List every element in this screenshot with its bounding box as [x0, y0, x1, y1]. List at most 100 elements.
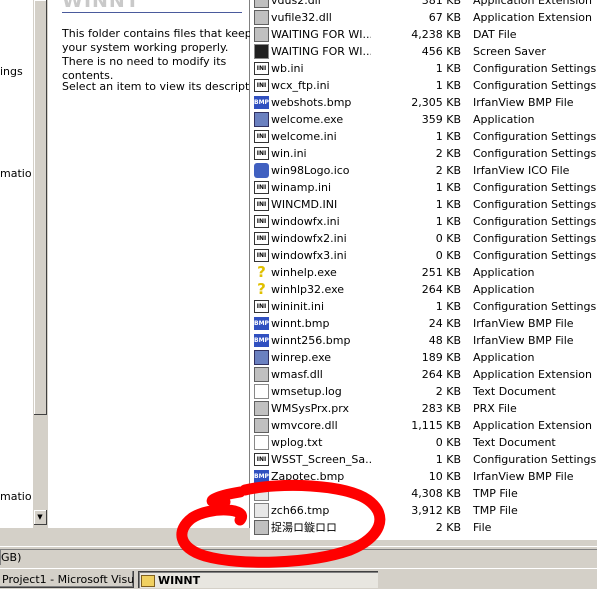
folder-tree-pane[interactable]: ings matio matio — [0, 0, 33, 528]
file-row[interactable]: INI windowfx2.ini 0 KB Configuration Settin… — [250, 230, 597, 247]
selection-hint: Select an item to view its description. — [62, 80, 270, 93]
file-type: IrfanView ICO File — [473, 164, 570, 177]
folder-icon — [141, 575, 155, 587]
file-list[interactable]: vdus2.dll 381 KB Application Extension vufi… — [250, 0, 597, 540]
file-name: wininit.ini — [271, 300, 325, 313]
file-name: zch66.tmp — [271, 504, 330, 517]
file-row[interactable]: INI WSST_Screen_Sa... 1 KB Configuration Se… — [250, 451, 597, 468]
file-row[interactable]: ? winhlp32.exe 264 KB Application — [250, 281, 597, 298]
text-icon — [254, 435, 269, 450]
file-row[interactable]: 捉湯ロ鏇ロロ 2 KB File — [250, 519, 597, 536]
file-row[interactable]: INI windowfx.ini 1 KB Configuration Setting… — [250, 213, 597, 230]
file-row[interactable]: INI wb.ini 1 KB Configuration Settings — [250, 60, 597, 77]
file-size: 2 KB — [435, 521, 461, 534]
file-name: WSST_Screen_Sa... — [271, 453, 371, 466]
file-type: Configuration Settings — [473, 232, 597, 245]
scrollbar-thumb[interactable] — [34, 0, 47, 415]
file-name: WAITING FOR WI... — [271, 28, 371, 41]
ico-file-icon — [254, 163, 269, 178]
file-name: winamp.ini — [271, 181, 332, 194]
file-type: Configuration Settings — [473, 130, 597, 143]
file-type: Configuration Settings — [473, 181, 597, 194]
file-row[interactable]: wplog.txt 0 KB Text Document — [250, 434, 597, 451]
file-name: welcome.ini — [271, 130, 337, 143]
file-type: Application Extension — [473, 368, 592, 381]
folder-title: WINNT — [62, 0, 140, 12]
ini-icon: INI — [254, 198, 269, 211]
file-name: windowfx2.ini — [271, 232, 347, 245]
file-size: 1 KB — [435, 453, 461, 466]
file-size: 2 KB — [435, 385, 461, 398]
file-size: 0 KB — [435, 249, 461, 262]
help-icon: ? — [257, 263, 266, 281]
file-size: 1 KB — [435, 198, 461, 211]
file-type: Application Extension — [473, 0, 592, 7]
folder-description: This folder contains files that keep you… — [62, 27, 252, 82]
file-size: 24 KB — [428, 317, 461, 330]
ini-icon: INI — [254, 130, 269, 143]
dll-icon — [254, 27, 269, 42]
file-row[interactable]: INI windowfx3.ini 0 KB Configuration Settin… — [250, 247, 597, 264]
file-row[interactable]: INI WINCMD.INI 1 KB Configuration Settings — [250, 196, 597, 213]
file-row[interactable]: wmsetup.log 2 KB Text Document — [250, 383, 597, 400]
file-row[interactable]: wmvcore.dll 1,115 KB Application Extension — [250, 417, 597, 434]
tree-scrollbar[interactable]: ▼ — [32, 0, 47, 528]
file-type: Configuration Settings — [473, 198, 597, 211]
file-size: 189 KB — [421, 351, 461, 364]
status-bar: GB) — [0, 546, 597, 567]
file-row[interactable]: WAITING FOR WI... 456 KB Screen Saver — [250, 43, 597, 60]
file-row[interactable]: INI wininit.ini 1 KB Configuration Settings — [250, 298, 597, 315]
taskbar-button-winnt[interactable]: WINNT — [138, 571, 378, 588]
ini-icon: INI — [254, 232, 269, 245]
file-row[interactable]: wmasf.dll 264 KB Application Extension — [250, 366, 597, 383]
tree-label: ings — [0, 65, 23, 78]
file-row[interactable]: zch66.tmp 3,912 KB TMP File — [250, 502, 597, 519]
file-size: 2,305 KB — [411, 96, 461, 109]
file-row[interactable]: WMSysPrx.prx 283 KB PRX File — [250, 400, 597, 417]
file-row[interactable]: WAITING FOR WI... 4,238 KB DAT File — [250, 26, 597, 43]
file-type: Application — [473, 283, 535, 296]
scroll-down-arrow-icon[interactable]: ▼ — [34, 510, 47, 525]
file-row[interactable]: INI welcome.ini 1 KB Configuration Settings — [250, 128, 597, 145]
file-name: windowfx.ini — [271, 215, 340, 228]
file-row[interactable]: BMP Zapotec.bmp 10 KB IrfanView BMP File — [250, 468, 597, 485]
file-row[interactable]: vdus2.dll 381 KB Application Extension — [250, 0, 597, 9]
file-size: 0 KB — [435, 436, 461, 449]
file-type: Application — [473, 266, 535, 279]
file-row[interactable]: BMP webshots.bmp 2,305 KB IrfanView BMP Fil… — [250, 94, 597, 111]
file-row[interactable]: 4,308 KB TMP File — [250, 485, 597, 502]
file-row[interactable]: INI winamp.ini 1 KB Configuration Settings — [250, 179, 597, 196]
ini-icon: INI — [254, 215, 269, 228]
dll-icon — [254, 418, 269, 433]
file-row[interactable]: INI win.ini 2 KB Configuration Settings — [250, 145, 597, 162]
file-row[interactable]: welcome.exe 359 KB Application — [250, 111, 597, 128]
file-row[interactable]: INI wcx_ftp.ini 1 KB Configuration Settings — [250, 77, 597, 94]
file-row[interactable]: winrep.exe 189 KB Application — [250, 349, 597, 366]
file-size: 283 KB — [421, 402, 461, 415]
exe-icon — [254, 350, 269, 365]
text-icon — [254, 384, 269, 399]
file-name: vufile32.dll — [271, 11, 332, 24]
file-size: 251 KB — [421, 266, 461, 279]
file-name: wb.ini — [271, 62, 304, 75]
file-type: TMP File — [473, 487, 518, 500]
screen-saver-icon — [254, 44, 269, 59]
file-row[interactable]: vufile32.dll 67 KB Application Extension — [250, 9, 597, 26]
bmp-icon: BMP — [254, 334, 269, 347]
file-size: 4,308 KB — [411, 487, 461, 500]
file-size: 2 KB — [435, 147, 461, 160]
file-row[interactable]: win98Logo.ico 2 KB IrfanView ICO File — [250, 162, 597, 179]
file-name: WMSysPrx.prx — [271, 402, 349, 415]
file-name: win98Logo.ico — [271, 164, 350, 177]
file-type: DAT File — [473, 28, 517, 41]
file-type: Application — [473, 351, 535, 364]
file-name: welcome.exe — [271, 113, 344, 126]
taskbar-button-visual-basic[interactable]: Project1 - Microsoft Visual... — [0, 571, 134, 588]
file-row[interactable]: BMP winnt256.bmp 48 KB IrfanView BMP File — [250, 332, 597, 349]
file-row[interactable]: ? winhelp.exe 251 KB Application — [250, 264, 597, 281]
file-type: Application Extension — [473, 419, 592, 432]
file-type: Configuration Settings — [473, 453, 597, 466]
file-name: winhlp32.exe — [271, 283, 345, 296]
dll-icon — [254, 520, 269, 535]
file-row[interactable]: BMP winnt.bmp 24 KB IrfanView BMP File — [250, 315, 597, 332]
